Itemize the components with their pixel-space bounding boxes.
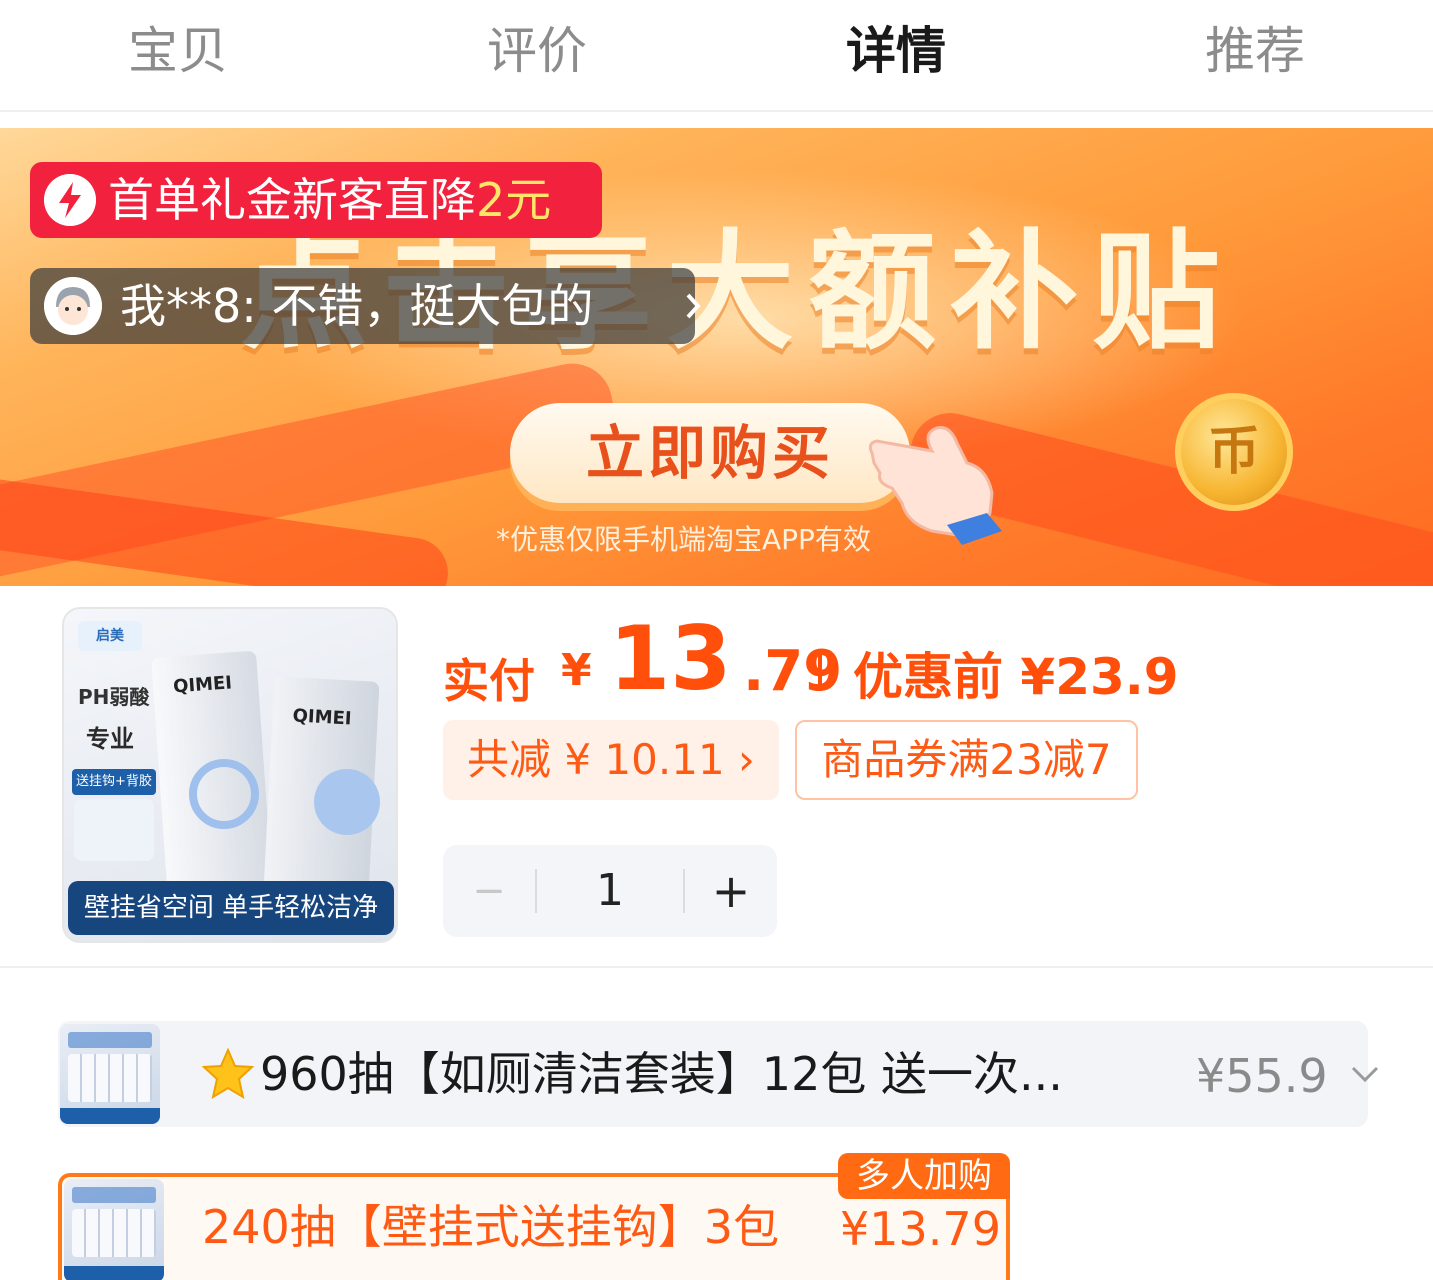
sku-thumbnail (64, 1179, 164, 1280)
section-divider (0, 966, 1433, 968)
tab-details[interactable]: 详情 (786, 16, 1006, 86)
promo-text: 首单礼金新客直降2元 (108, 162, 551, 238)
review-ticker[interactable]: 我**8: 不错，挺大包的 (30, 268, 701, 344)
price-label: 实付 (443, 654, 535, 708)
tab-recommend[interactable]: 推荐 (1145, 16, 1365, 86)
brand-logo: 启美 (78, 621, 142, 651)
savings-chip[interactable]: 共减 ¥ 10.11 › (443, 720, 779, 800)
disc-image (74, 799, 154, 861)
chevron-right-icon (686, 293, 701, 319)
ph-label: PH弱酸 (78, 685, 150, 709)
tab-item[interactable]: 宝贝 (68, 16, 288, 86)
price-decimal: .79 (743, 639, 843, 704)
promo-label: 首单礼金新客直降 (108, 173, 476, 227)
banner-note: *优惠仅限手机端淘宝APP有效 (496, 523, 871, 556)
quantity-value[interactable]: 1 (537, 845, 683, 937)
increase-button[interactable]: + (685, 845, 777, 937)
lightning-icon (44, 174, 96, 226)
price-separator (818, 651, 822, 691)
popular-badge: 多人加购 (838, 1153, 1010, 1199)
gift-label: 送挂钩+背胶 (72, 769, 156, 795)
coin-icon: 币 (1175, 393, 1293, 511)
thumb-packs (68, 1054, 152, 1102)
thumb-packs (72, 1209, 156, 1257)
decrease-button[interactable]: − (443, 845, 535, 937)
thumb-header (68, 1032, 152, 1048)
pack-label: QIMEI (172, 672, 233, 698)
star-icon (201, 1047, 255, 1100)
pro-label: 专业 (86, 725, 134, 753)
sku-name: 240抽【壁挂式送挂钩】3包 (202, 1200, 780, 1254)
sku-thumbnail (60, 1024, 160, 1124)
product-caption: 壁挂省空间 单手轻松洁净 (68, 881, 394, 935)
thumb-header (72, 1187, 156, 1203)
sku-price: ¥55.9 (1196, 1049, 1328, 1103)
buy-now-button[interactable]: 立即购买 (510, 403, 910, 503)
coupon-chip[interactable]: 商品券满23减7 (795, 720, 1138, 800)
chevron-down-icon[interactable] (1348, 1057, 1382, 1091)
review-text: 我**8: 不错，挺大包的 (120, 279, 594, 333)
tab-reviews[interactable]: 评价 (427, 16, 647, 86)
pack-label: QIMEI (292, 705, 353, 730)
quantity-stepper: − 1 + (443, 845, 777, 937)
promo-amount: 2元 (476, 173, 552, 227)
avatar (44, 277, 102, 335)
disc-image (314, 769, 380, 835)
coin-glyph: 币 (1207, 422, 1260, 482)
product-thumbnail[interactable]: 启美 PH弱酸 专业 送挂钩+背胶 QIMEI QIMEI 壁挂省空间 单手轻松… (62, 607, 398, 943)
thumb-caption-bar (60, 1108, 160, 1124)
hook-ring (189, 759, 259, 829)
currency-symbol: ¥ (561, 645, 592, 696)
sku-name: 960抽【如厕清洁套装】12包 送一次... (260, 1047, 1063, 1101)
original-price: 优惠前 ¥23.9 (853, 648, 1179, 706)
new-customer-promo[interactable]: 首单礼金新客直降2元 (30, 162, 602, 238)
thumb-caption-bar (64, 1266, 164, 1280)
sku-option[interactable]: 960抽【如厕清洁套装】12包 送一次... ¥55.9 (58, 1021, 1379, 1127)
price-integer: 13 (609, 607, 732, 710)
tab-bar: 宝贝 评价 详情 推荐 (0, 0, 1433, 112)
